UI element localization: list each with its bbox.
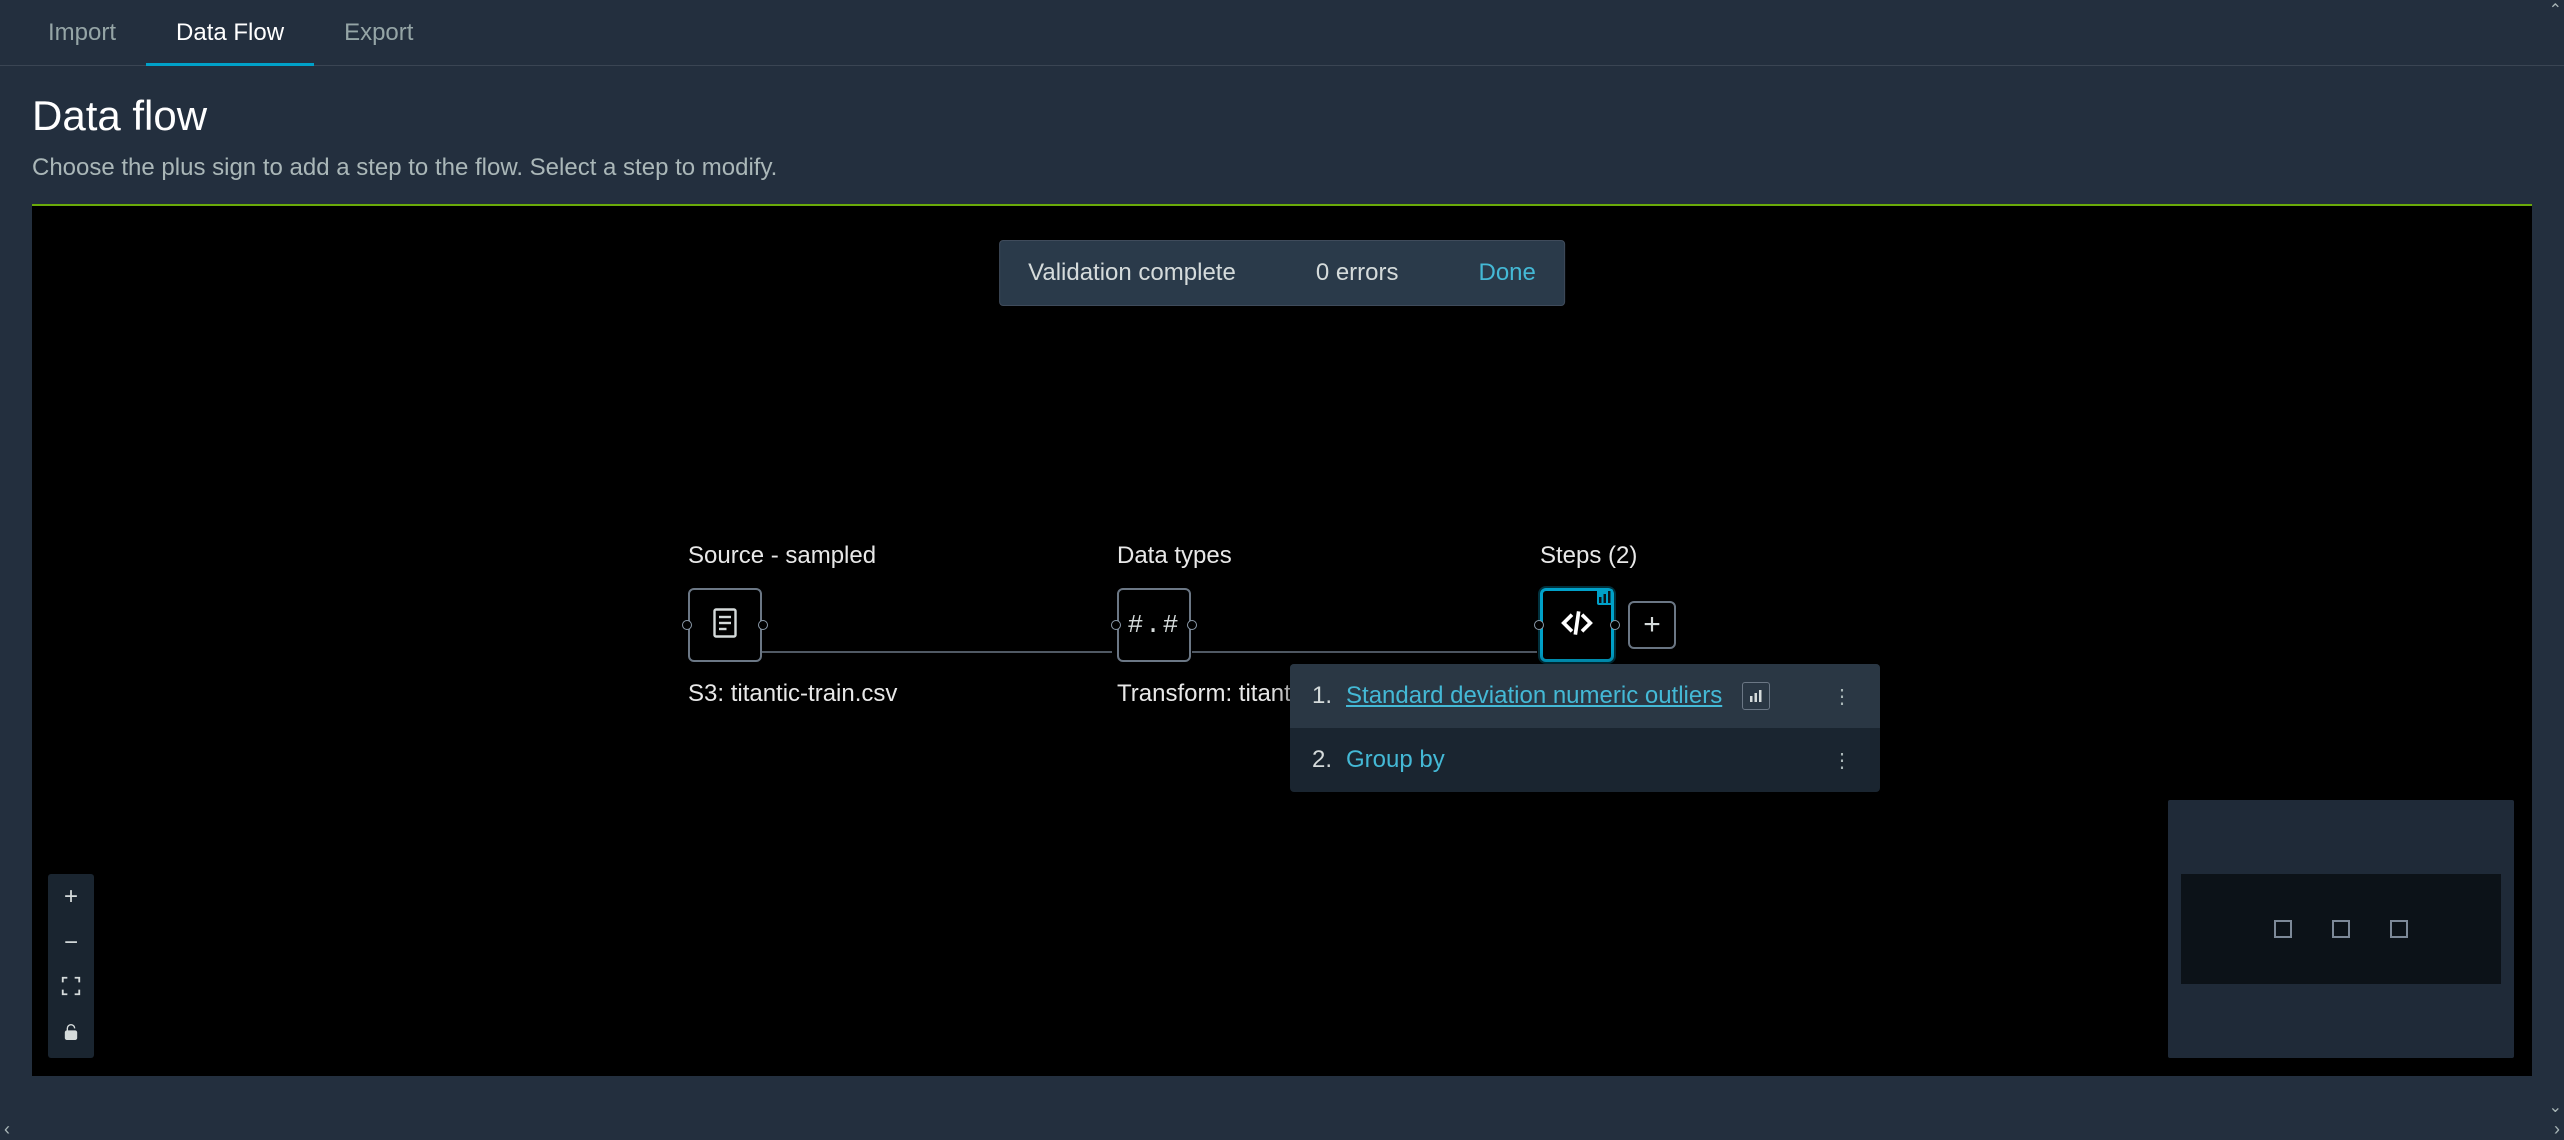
zoom-controls: + − (48, 874, 94, 1058)
node-types-box[interactable]: #.# (1117, 588, 1191, 662)
page-header: Data flow Choose the plus sign to add a … (0, 66, 2564, 204)
node-steps[interactable]: Steps (2) (1540, 542, 1676, 662)
minimap-node (2390, 920, 2408, 938)
horizontal-scrollbar[interactable]: ‹ › (0, 1119, 2564, 1139)
zoom-out-button[interactable]: − (48, 920, 94, 966)
chart-badge-icon (1597, 589, 1613, 605)
chart-icon[interactable] (1742, 682, 1770, 710)
minimap-viewport (2181, 874, 2501, 984)
node-types-label: Data types (1117, 542, 1308, 570)
tab-export[interactable]: Export (314, 1, 443, 65)
hash-icon: #.# (1128, 610, 1181, 640)
kebab-icon[interactable]: ⋮ (1826, 684, 1858, 709)
step-number: 2. (1312, 746, 1332, 774)
node-steps-box[interactable] (1540, 588, 1614, 662)
node-types-sub: Transform: titantic (1117, 680, 1308, 708)
node-source-sub: S3: titantic-train.csv (688, 680, 897, 708)
minus-icon: − (64, 929, 78, 957)
tab-import[interactable]: Import (18, 1, 146, 65)
expand-icon (60, 975, 82, 1004)
steps-popover: 1. Standard deviation numeric outliers ⋮… (1290, 664, 1880, 792)
scroll-up-indicator: ⌃ (2549, 0, 2562, 20)
flow-canvas[interactable]: Validation complete 0 errors Done Source… (32, 206, 2532, 1076)
zoom-in-button[interactable]: + (48, 874, 94, 920)
port-in (1111, 620, 1121, 630)
node-steps-label: Steps (2) (1540, 542, 1676, 570)
node-source[interactable]: Source - sampled S3: titantic-train. (688, 542, 897, 708)
page-title: Data flow (32, 92, 2532, 140)
kebab-icon[interactable]: ⋮ (1826, 748, 1858, 773)
port-out (1610, 620, 1620, 630)
step-number: 1. (1312, 682, 1332, 710)
port-out (758, 620, 768, 630)
top-tabs: Import Data Flow Export (0, 0, 2564, 66)
lock-icon (60, 1021, 82, 1050)
validation-toast: Validation complete 0 errors Done (999, 240, 1565, 306)
toast-errors: 0 errors (1316, 259, 1399, 287)
tab-data-flow[interactable]: Data Flow (146, 1, 314, 65)
minimap[interactable] (2168, 800, 2514, 1058)
port-in (1534, 620, 1544, 630)
minimap-node (2332, 920, 2350, 938)
node-source-box[interactable] (688, 588, 762, 662)
scroll-down-indicator: ⌄ (2549, 1097, 2562, 1117)
step-link[interactable]: Standard deviation numeric outliers (1346, 682, 1722, 710)
toast-message: Validation complete (1028, 259, 1236, 287)
canvas-wrap: Validation complete 0 errors Done Source… (32, 204, 2532, 1076)
page-subtitle: Choose the plus sign to add a step to th… (32, 154, 2532, 182)
node-source-label: Source - sampled (688, 542, 897, 570)
file-icon (707, 605, 743, 646)
port-in (682, 620, 692, 630)
fit-screen-button[interactable] (48, 966, 94, 1012)
steps-popover-row[interactable]: 2. Group by ⋮ (1290, 728, 1880, 792)
code-icon (1557, 603, 1597, 648)
lock-button[interactable] (48, 1012, 94, 1058)
scroll-left-icon[interactable]: ‹ (4, 1119, 10, 1140)
scroll-right-icon[interactable]: › (2554, 1119, 2560, 1140)
steps-popover-row[interactable]: 1. Standard deviation numeric outliers ⋮ (1290, 664, 1880, 728)
plus-icon: + (64, 883, 78, 911)
step-link[interactable]: Group by (1346, 746, 1445, 774)
plus-icon: + (1643, 608, 1661, 642)
minimap-node (2274, 920, 2292, 938)
node-data-types[interactable]: Data types #.# Transform: titantic (1117, 542, 1308, 708)
add-step-button[interactable]: + (1628, 601, 1676, 649)
port-out (1187, 620, 1197, 630)
toast-done-link[interactable]: Done (1479, 259, 1536, 287)
